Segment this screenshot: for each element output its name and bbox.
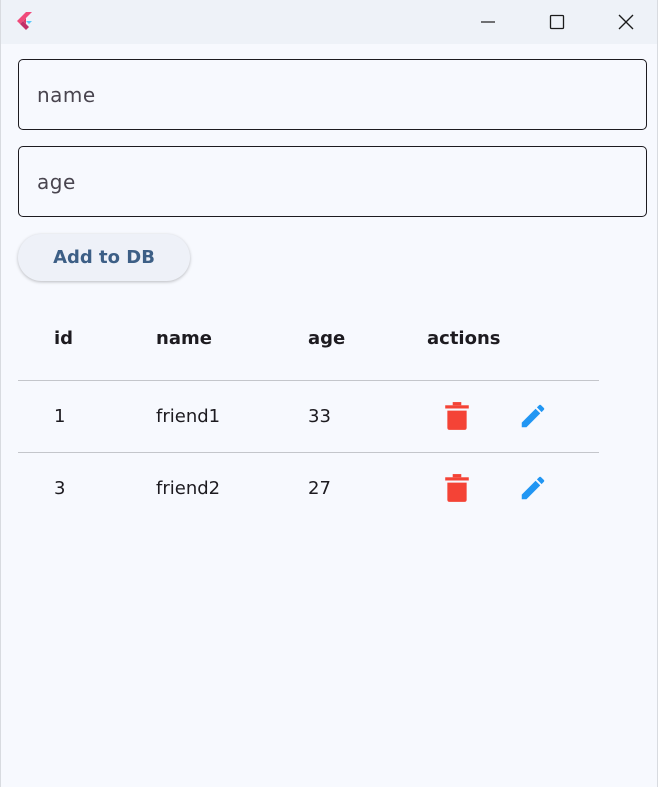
edit-button[interactable] <box>515 398 551 434</box>
cell-age: 33 <box>308 406 331 427</box>
cell-name: friend1 <box>156 406 221 427</box>
column-header-name: name <box>156 328 212 349</box>
name-input[interactable] <box>18 59 647 130</box>
close-button[interactable] <box>591 0 658 44</box>
cell-id: 3 <box>54 478 66 499</box>
close-icon <box>618 14 634 30</box>
minimize-button[interactable] <box>453 0 523 44</box>
minimize-icon <box>481 21 495 23</box>
column-header-age: age <box>308 328 346 349</box>
flutter-logo-icon <box>17 12 32 30</box>
age-input[interactable] <box>18 146 647 217</box>
cell-id: 1 <box>54 406 66 427</box>
maximize-icon <box>549 14 565 30</box>
edit-button[interactable] <box>515 470 551 506</box>
cell-age: 27 <box>308 478 331 499</box>
pencil-icon <box>521 476 545 500</box>
column-header-id: id <box>54 328 74 349</box>
delete-button[interactable] <box>439 398 475 434</box>
cell-name: friend2 <box>156 478 221 499</box>
trash-icon <box>445 402 469 430</box>
pencil-icon <box>521 404 545 428</box>
delete-button[interactable] <box>439 470 475 506</box>
maximize-button[interactable] <box>522 0 592 44</box>
row-divider <box>18 452 599 453</box>
title-bar[interactable] <box>1 0 657 44</box>
row-divider <box>18 380 599 381</box>
trash-icon <box>445 474 469 502</box>
app-window: Add to DB id name age actions 1 friend1 … <box>0 0 658 787</box>
add-to-db-button[interactable]: Add to DB <box>18 234 190 281</box>
column-header-actions: actions <box>427 328 501 349</box>
